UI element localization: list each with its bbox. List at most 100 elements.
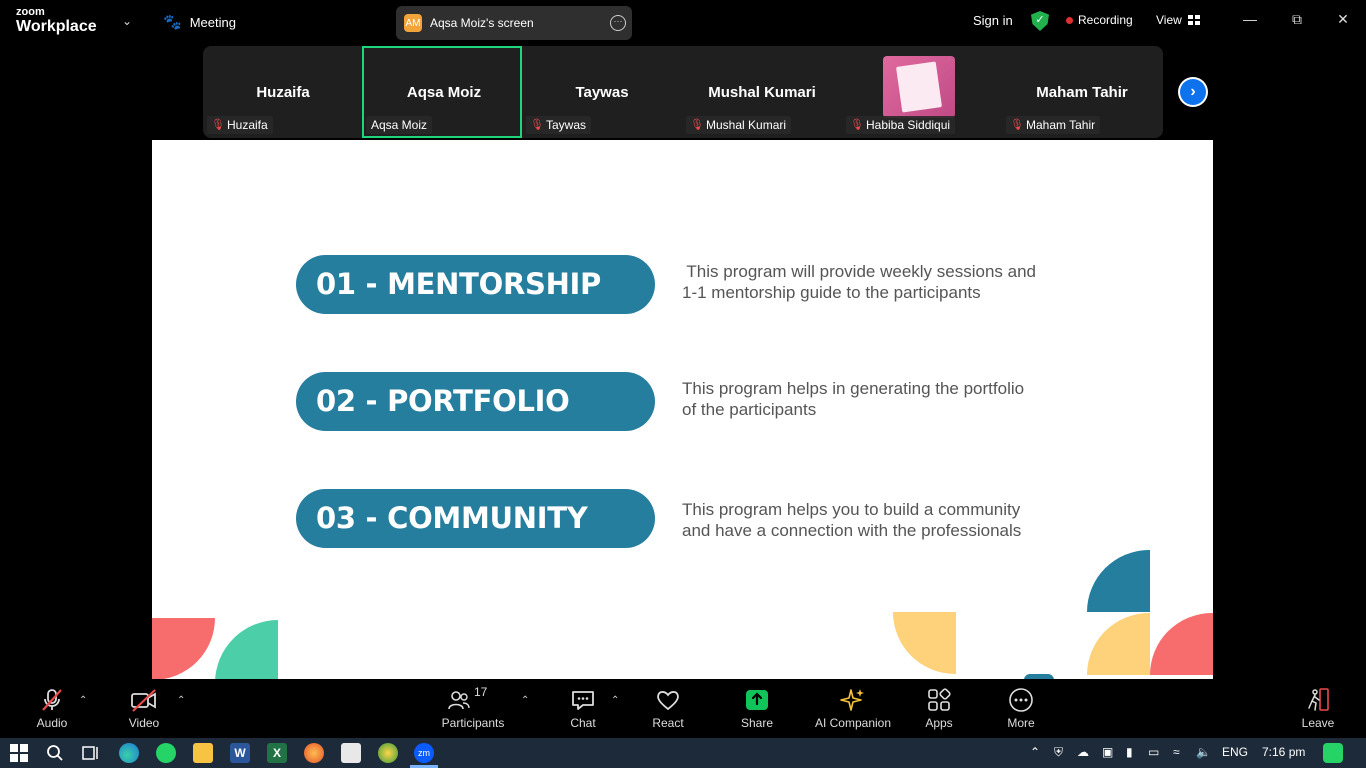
description-line: 1-1 mentorship guide to the participants (682, 283, 981, 302)
zoom-logo[interactable]: zoom Workplace (16, 7, 97, 35)
participant-label: 🎙 Mushal Kumari (686, 116, 792, 134)
decorative-coral-quarter (152, 618, 215, 679)
cloud-tray-icon[interactable]: ☁ (1077, 745, 1089, 759)
video-label: Video (128, 716, 160, 730)
search-icon[interactable] (45, 743, 65, 763)
language-indicator[interactable]: ENG (1222, 745, 1248, 759)
close-icon[interactable]: ✕ (1333, 11, 1353, 28)
react-button[interactable]: React (647, 687, 689, 730)
participant-label-text: Huzaifa (227, 118, 268, 132)
windows-start-icon[interactable] (10, 744, 28, 762)
slide-item-description: This program will provide weekly session… (682, 261, 1082, 303)
participant-tile-active[interactable]: Aqsa Moiz Aqsa Moiz (362, 46, 522, 138)
file-explorer-icon[interactable] (193, 743, 213, 763)
chat-button[interactable]: Chat (563, 687, 603, 730)
volume-tray-icon[interactable]: 🔈 (1196, 745, 1211, 759)
chat-icon (572, 691, 594, 710)
participant-tile[interactable]: Huzaifa 🎙 Huzaifa (203, 46, 363, 138)
task-view-icon[interactable] (80, 743, 100, 763)
tray-chevron-up-icon[interactable]: ⌃ (1030, 745, 1040, 759)
video-button[interactable]: Video (124, 687, 164, 730)
recording-label: Recording (1078, 13, 1133, 27)
mic-muted-icon: 🎙 (1010, 119, 1024, 131)
whatsapp-icon[interactable] (156, 743, 176, 763)
wifi-tray-icon[interactable]: ≈ (1173, 745, 1180, 759)
participant-label-text: Taywas (546, 118, 587, 132)
participant-label-text: Aqsa Moiz (371, 118, 428, 132)
camera-tray-icon[interactable]: ▣ (1102, 745, 1113, 759)
meeting-label: Meeting (189, 14, 236, 30)
participant-label-text: Mushal Kumari (706, 118, 787, 132)
participant-label-text: Habiba Siddiqui (866, 118, 951, 132)
excel-icon[interactable]: X (267, 743, 287, 763)
decorative-yellow-quarter (1087, 613, 1150, 675)
sign-in-link[interactable]: Sign in (973, 13, 1013, 28)
firefox-icon[interactable] (304, 743, 324, 763)
description-line: This program will provide weekly session… (682, 262, 1037, 281)
participant-tile[interactable]: Taywas 🎙 Taywas (522, 46, 682, 138)
participant-tile[interactable]: Maham Tahir 🎙 Maham Tahir (1002, 46, 1162, 138)
video-options-chevron-icon[interactable]: ⌃ (177, 695, 185, 706)
ai-companion-button[interactable]: AI Companion (812, 687, 894, 730)
recording-indicator[interactable]: Recording (1066, 13, 1133, 27)
more-options-icon[interactable]: ··· (610, 15, 626, 31)
participant-label-text: Maham Tahir (1026, 118, 1096, 132)
view-menu[interactable]: View (1156, 13, 1200, 27)
participant-name: Maham Tahir (1036, 84, 1128, 101)
whatsapp-notification-icon[interactable] (1323, 743, 1343, 763)
edge-browser-icon[interactable] (119, 743, 139, 763)
slide-item-title: 03 - COMMUNITY (296, 489, 655, 548)
participants-button[interactable]: 17 Participants (440, 685, 506, 730)
participant-tile[interactable]: Mushal Kumari 🎙 Mushal Kumari (682, 46, 842, 138)
restore-icon[interactable]: ⧉ (1287, 11, 1307, 28)
react-label: React (652, 716, 684, 730)
share-screen-icon (746, 690, 768, 710)
mic-muted-icon: 🎙 (690, 119, 704, 131)
audio-button[interactable]: Audio (32, 687, 72, 730)
chrome-icon[interactable] (378, 743, 398, 763)
chat-options-chevron-icon[interactable]: ⌃ (611, 695, 619, 706)
leave-label: Leave (1301, 716, 1335, 730)
apps-label: Apps (925, 716, 953, 730)
store-icon[interactable] (341, 743, 361, 763)
screen-share-indicator[interactable]: AM Aqsa Moiz's screen ··· (396, 6, 632, 40)
participant-name: Taywas (575, 84, 629, 101)
meeting-menu[interactable]: 🐾 Meeting (163, 13, 236, 31)
zoom-taskbar-icon[interactable]: zm (414, 743, 434, 763)
more-button[interactable]: More (1002, 687, 1040, 730)
battery-tray-icon[interactable]: ▭ (1148, 745, 1159, 759)
sparkle-icon (840, 689, 864, 711)
leave-button[interactable]: Leave (1298, 687, 1338, 730)
minimize-icon[interactable]: — (1240, 11, 1260, 27)
participant-strip: Huzaifa 🎙 Huzaifa Aqsa Moiz Aqsa Moiz Tay… (203, 46, 1163, 138)
chat-label: Chat (570, 716, 596, 730)
sharer-avatar: AM (404, 14, 422, 32)
microphone-tray-icon[interactable]: ▮ (1126, 745, 1133, 759)
participants-options-chevron-icon[interactable]: ⌃ (521, 695, 529, 706)
screen-share-title: Aqsa Moiz's screen (430, 16, 534, 30)
logo-big-text: Workplace (16, 18, 97, 35)
participant-label: 🎙 Taywas (526, 116, 592, 134)
participant-name: Mushal Kumari (708, 84, 816, 101)
clock[interactable]: 7:16 pm (1262, 745, 1305, 759)
shared-screen-slide: 01 - MENTORSHIP This program will provid… (152, 140, 1213, 679)
audio-options-chevron-icon[interactable]: ⌃ (79, 695, 87, 706)
participant-tile[interactable]: 🎙 Habiba Siddiqui (842, 46, 1002, 138)
decorative-blue-quarter (1087, 550, 1150, 612)
apps-button[interactable]: Apps (920, 687, 958, 730)
mic-muted-icon: 🎙 (211, 119, 225, 131)
meeting-toolbar: Audio ⌃ Video ⌃ 17 Participants ⌃ Chat ⌃… (0, 679, 1366, 738)
security-tray-icon[interactable]: ⛨ (1054, 745, 1063, 760)
share-label: Share (740, 716, 774, 730)
description-line: This program helps in generating the por… (682, 379, 1025, 398)
share-button[interactable]: Share (737, 687, 777, 730)
word-icon[interactable]: W (230, 743, 250, 763)
participants-label: Participants (441, 716, 505, 730)
next-participants-button[interactable]: › (1178, 77, 1208, 107)
grid-icon (1187, 15, 1200, 25)
shield-check-icon[interactable]: ✓ (1031, 11, 1049, 31)
participant-label: 🎙 Habiba Siddiqui (846, 116, 956, 134)
chevron-down-icon[interactable]: ⌄ (122, 14, 132, 28)
decorative-coral-quarter (1150, 613, 1213, 675)
view-label: View (1156, 13, 1182, 27)
